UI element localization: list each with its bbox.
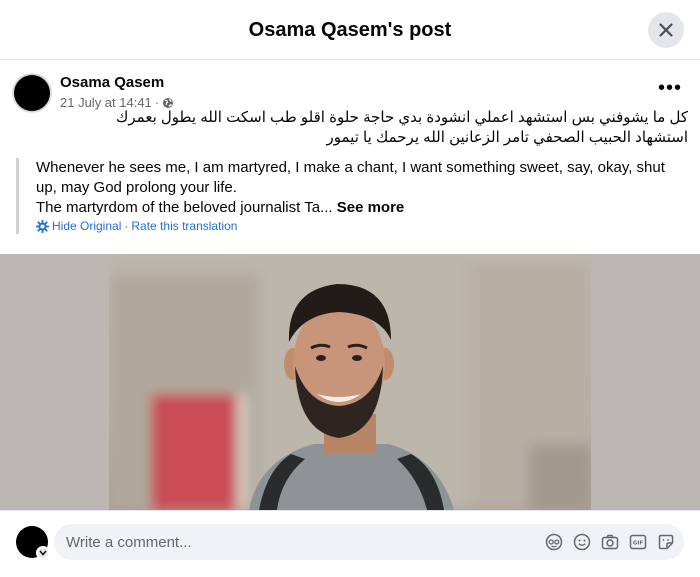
post-photo[interactable] bbox=[109, 254, 591, 510]
gear-icon bbox=[36, 219, 49, 233]
photo-button[interactable] bbox=[600, 532, 620, 552]
translation-block: Whenever he sees me, I am martyred, I ma… bbox=[16, 158, 688, 234]
author-name[interactable]: Osama Qasem bbox=[60, 74, 164, 91]
links-separator: · bbox=[124, 219, 129, 233]
comment-box: GIF bbox=[54, 524, 684, 560]
comment-input[interactable] bbox=[66, 524, 526, 560]
more-options-button[interactable]: ••• bbox=[656, 77, 684, 104]
sticker-icon bbox=[658, 534, 674, 550]
hide-original-link[interactable]: Hide Original bbox=[52, 219, 121, 233]
chevron-down-icon bbox=[39, 550, 47, 556]
rate-translation-link[interactable]: Rate this translation bbox=[131, 219, 237, 233]
avatar-sticker-icon bbox=[545, 533, 563, 551]
more-options-icon: ••• bbox=[657, 77, 682, 99]
see-more-link[interactable]: See more bbox=[337, 199, 405, 216]
svg-text:GIF: GIF bbox=[633, 541, 644, 547]
post-text-line: استشهاد الحبيب الصحفي تامر الزعانين الله… bbox=[326, 129, 688, 146]
post-text: كل ما يشوفني بس استشهد اعملي انشودة بدي … bbox=[98, 108, 688, 148]
globe-icon[interactable] bbox=[162, 97, 174, 109]
sticker-button[interactable] bbox=[656, 532, 676, 552]
author-avatar[interactable] bbox=[12, 73, 52, 113]
emoji-icon bbox=[573, 533, 591, 551]
translation-links: Hide Original · Rate this translation bbox=[36, 219, 688, 233]
dialog-title: Osama Qasem's post bbox=[248, 19, 452, 41]
close-icon bbox=[659, 23, 673, 37]
translated-text: Whenever he sees me, I am martyred, I ma… bbox=[36, 158, 688, 218]
emoji-button[interactable] bbox=[572, 532, 592, 552]
post-dialog-header: Osama Qasem's post bbox=[0, 0, 700, 60]
close-button[interactable] bbox=[648, 12, 684, 48]
camera-icon bbox=[601, 534, 619, 550]
portrait-image bbox=[109, 254, 591, 510]
gif-button[interactable]: GIF bbox=[628, 532, 648, 552]
translated-line: Whenever he sees me, I am martyred, I ma… bbox=[36, 159, 665, 196]
avatar-dropdown[interactable] bbox=[36, 546, 50, 560]
gif-icon: GIF bbox=[629, 534, 647, 550]
post-photo-area[interactable] bbox=[0, 254, 700, 510]
avatar-sticker-button[interactable] bbox=[544, 532, 564, 552]
translated-line-truncated: The martyrdom of the beloved journalist … bbox=[36, 199, 405, 216]
comment-composer: GIF bbox=[0, 510, 700, 577]
post-text-line: كل ما يشوفني بس استشهد اعملي انشودة بدي … bbox=[116, 109, 688, 126]
comment-tools: GIF bbox=[544, 524, 676, 560]
